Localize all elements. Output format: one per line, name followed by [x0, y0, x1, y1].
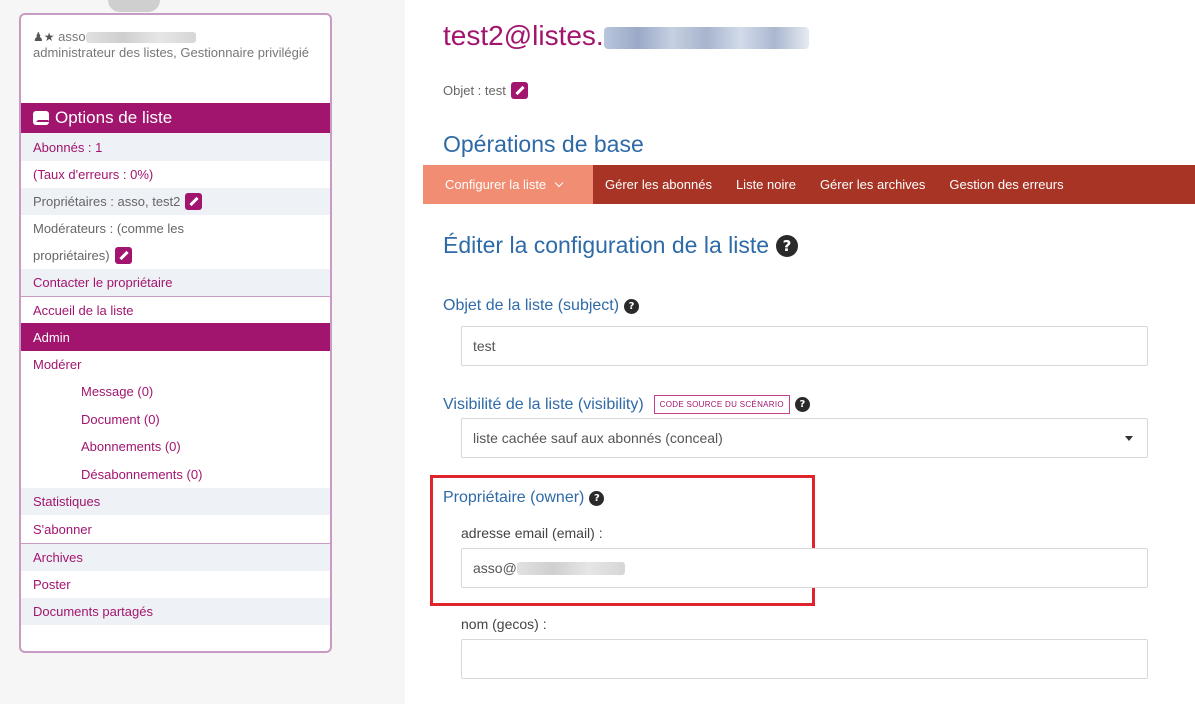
- subject-input[interactable]: test: [461, 326, 1148, 366]
- sidebar-item-unsubscriptions[interactable]: Désabonnements (0): [21, 460, 330, 488]
- visibility-label: Visibilité de la liste (visibility) CODE…: [443, 395, 810, 414]
- sidebar-item-error-rate[interactable]: (Taux d'erreurs : 0%): [21, 161, 330, 188]
- title-domain-redacted: [603, 26, 809, 49]
- tab-manage-subscribers[interactable]: Gérer les abonnés: [593, 165, 724, 204]
- sidebar-item-admin[interactable]: Admin: [21, 323, 330, 351]
- sidebar-item-shared-docs[interactable]: Documents partagés: [21, 598, 330, 625]
- visibility-select[interactable]: liste cachée sauf aux abonnés (conceal): [461, 418, 1148, 458]
- sidebar-panel: ♟★ asso administrateur des listes, Gesti…: [19, 13, 332, 653]
- user-email: asso: [58, 29, 86, 44]
- help-icon[interactable]: ?: [794, 397, 810, 412]
- help-icon[interactable]: ?: [589, 490, 605, 506]
- top-decoration: [108, 0, 160, 12]
- star-icon: ★: [43, 30, 55, 44]
- user-box: ♟★ asso administrateur des listes, Gesti…: [21, 15, 330, 103]
- sidebar-item-moderate[interactable]: Modérer: [21, 351, 330, 378]
- subject-label: Objet de la liste (subject) ?: [443, 297, 640, 315]
- list-options-header: Options de liste: [21, 103, 330, 133]
- sidebar-item-message[interactable]: Message (0): [21, 378, 330, 405]
- sidebar-item-contact-owner[interactable]: Contacter le propriétaire: [21, 269, 330, 296]
- sidebar-item-subscriptions[interactable]: Abonnements (0): [21, 433, 330, 460]
- tab-configure-list[interactable]: Configurer la liste: [423, 165, 593, 204]
- sidebar-item-list-home[interactable]: Accueil de la liste: [21, 296, 330, 323]
- help-icon[interactable]: ?: [624, 298, 640, 314]
- page-title: test2@listes.: [443, 20, 809, 52]
- sidebar-item-subscribers[interactable]: Abonnés : 1: [21, 133, 330, 161]
- sidebar-item-moderators-cont: propriétaires): [21, 242, 330, 269]
- tab-manage-archives[interactable]: Gérer les archives: [808, 165, 937, 204]
- tab-blacklist[interactable]: Liste noire: [724, 165, 808, 204]
- sidebar-item-statistics[interactable]: Statistiques: [21, 488, 330, 515]
- user-role: administrateur des listes, Gestionnaire …: [33, 45, 310, 60]
- envelope-icon: [33, 111, 50, 125]
- scenario-source-button[interactable]: CODE SOURCE DU SCÉNARIO: [653, 395, 790, 414]
- operations-heading: Opérations de base: [443, 131, 644, 157]
- sidebar-item-archives[interactable]: Archives: [21, 543, 330, 571]
- user-email-redacted: [85, 32, 196, 44]
- gecos-input[interactable]: [461, 639, 1148, 679]
- tab-bounce-management[interactable]: Gestion des erreurs: [937, 165, 1075, 204]
- sidebar-item-post[interactable]: Poster: [21, 571, 330, 598]
- sidebar-item-moderators: Modérateurs : (comme les: [33, 221, 184, 236]
- sidebar-item-owners: Propriétaires : asso, test2: [21, 188, 330, 215]
- user-icon: ♟: [33, 30, 44, 44]
- pencil-icon[interactable]: [114, 247, 132, 264]
- email-input[interactable]: asso@: [461, 548, 1148, 588]
- operations-navbar: Configurer la liste Gérer les abonnés Li…: [423, 165, 1195, 204]
- help-icon[interactable]: ?: [776, 234, 799, 257]
- sidebar-item-document[interactable]: Document (0): [21, 405, 330, 433]
- sidebar-item-subscribe[interactable]: S'abonner: [21, 515, 330, 543]
- edit-config-heading: Éditer la configuration de la liste ?: [443, 232, 799, 259]
- main-content: test2@listes. Objet : test Opérations de…: [423, 0, 1195, 704]
- dropdown-caret-icon: [1125, 436, 1133, 441]
- email-redacted: [516, 561, 625, 575]
- pencil-icon[interactable]: [185, 193, 203, 210]
- email-label: adresse email (email) :: [461, 525, 603, 541]
- pencil-icon[interactable]: [510, 82, 528, 99]
- list-subject-line: Objet : test: [443, 82, 528, 99]
- chevron-down-icon: [554, 178, 564, 187]
- owner-label: Propriétaire (owner) ?: [443, 489, 605, 507]
- gecos-label: nom (gecos) :: [461, 616, 547, 632]
- list-options-title: Options de liste: [55, 108, 173, 127]
